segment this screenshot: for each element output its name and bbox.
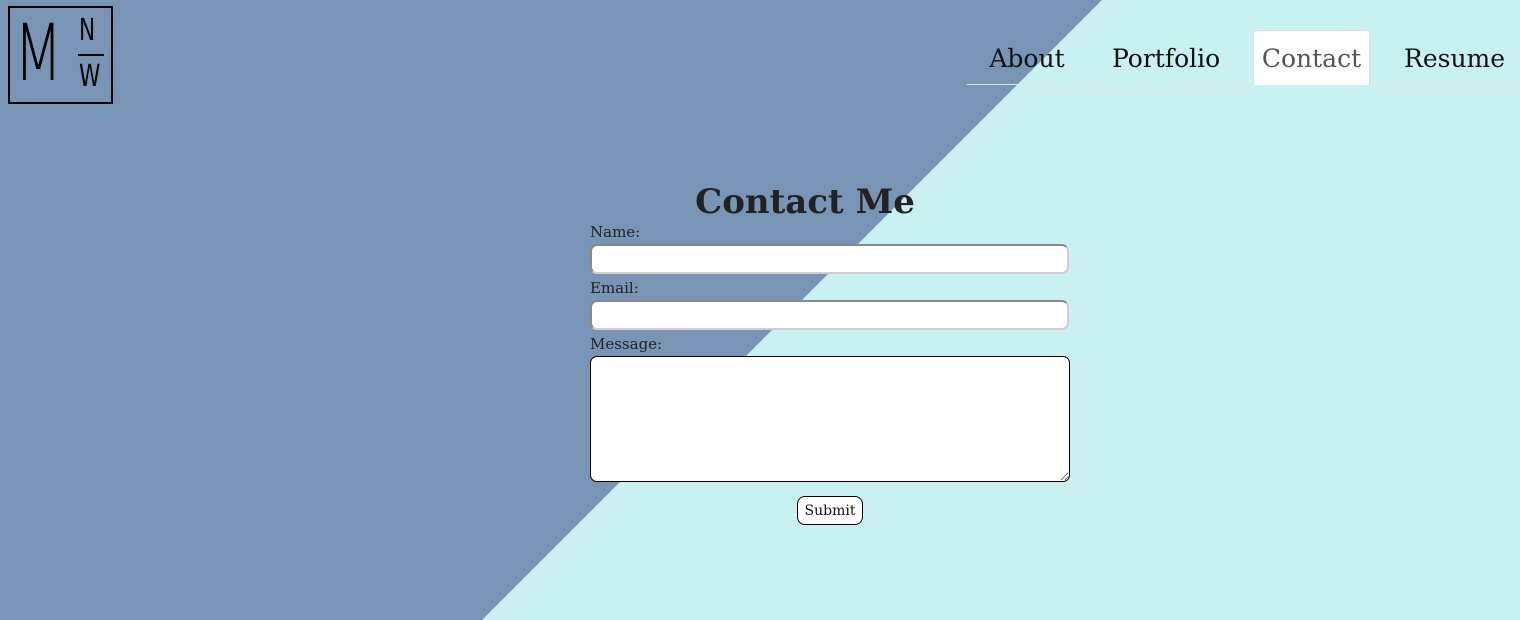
logo-letter-w: W bbox=[79, 59, 101, 94]
message-textarea[interactable] bbox=[590, 356, 1070, 482]
message-label: Message: bbox=[590, 335, 663, 353]
email-input[interactable] bbox=[590, 300, 1069, 330]
site-logo[interactable]: M N W bbox=[8, 6, 113, 104]
nav-item-portfolio[interactable]: Portfolio bbox=[1112, 31, 1220, 84]
main-nav: About Portfolio Contact Resume bbox=[967, 30, 1520, 85]
submit-button[interactable]: Submit bbox=[797, 496, 863, 525]
logo-letter-m: M bbox=[14, 9, 63, 99]
page-title: Contact Me bbox=[695, 181, 915, 222]
nav-item-about[interactable]: About bbox=[985, 31, 1069, 84]
logo-divider bbox=[78, 54, 104, 56]
contact-form: Name: Email: Message: Submit bbox=[590, 222, 1071, 525]
logo-letter-n: N bbox=[79, 13, 96, 48]
nav-item-contact[interactable]: Contact bbox=[1253, 30, 1370, 85]
email-label: Email: bbox=[590, 279, 639, 297]
name-label: Name: bbox=[590, 223, 641, 241]
name-input[interactable] bbox=[590, 244, 1069, 274]
nav-item-resume[interactable]: Resume bbox=[1404, 31, 1505, 84]
